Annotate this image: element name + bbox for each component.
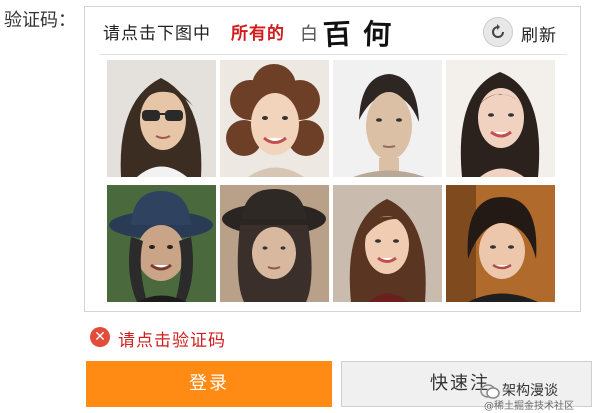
refresh-icon — [483, 17, 513, 47]
tile-8-image — [446, 185, 555, 302]
tile-5-image — [107, 185, 216, 302]
tile-4-image — [446, 60, 555, 177]
tile-2-image — [220, 60, 329, 177]
tile-1-image — [107, 60, 216, 177]
captcha-tile-8[interactable] — [446, 185, 555, 302]
captcha-tile-1[interactable] — [107, 60, 216, 177]
watermark-subtitle: @稀土掘金技术社区 — [484, 401, 574, 412]
refresh-label: 刷新 — [521, 26, 557, 46]
captcha-instruction: 请点击下图中 — [103, 24, 211, 44]
captcha-tile-3[interactable] — [333, 60, 442, 177]
target-char-1: 白 — [300, 24, 318, 45]
captcha-tile-5[interactable] — [107, 185, 216, 302]
captcha-box: 请点击下图中 所有的 白 百 何 刷新 — [84, 6, 581, 312]
captcha-tile-4[interactable] — [446, 60, 555, 177]
refresh-button[interactable]: 刷新 — [483, 15, 575, 49]
tile-6-image — [220, 185, 329, 302]
captcha-header: 请点击下图中 所有的 白 百 何 刷新 — [85, 7, 580, 55]
target-char-3: 何 — [362, 17, 392, 52]
error-icon: ✕ — [90, 327, 110, 347]
target-char-2: 百 — [322, 17, 352, 52]
header-divider — [99, 54, 567, 55]
captcha-tile-2[interactable] — [220, 60, 329, 177]
tile-3-image — [333, 60, 442, 177]
tile-7-image — [333, 185, 442, 302]
login-button[interactable]: 登录 — [86, 361, 332, 407]
captcha-instruction-emphasis: 所有的 — [231, 24, 285, 44]
captcha-tile-7[interactable] — [333, 185, 442, 302]
captcha-tile-6[interactable] — [220, 185, 329, 302]
error-message: 请点击验证码 — [118, 331, 226, 351]
captcha-field-label: 验证码： — [4, 10, 76, 31]
watermark: 架构漫谈 @稀土掘金技术社区 — [480, 380, 594, 412]
